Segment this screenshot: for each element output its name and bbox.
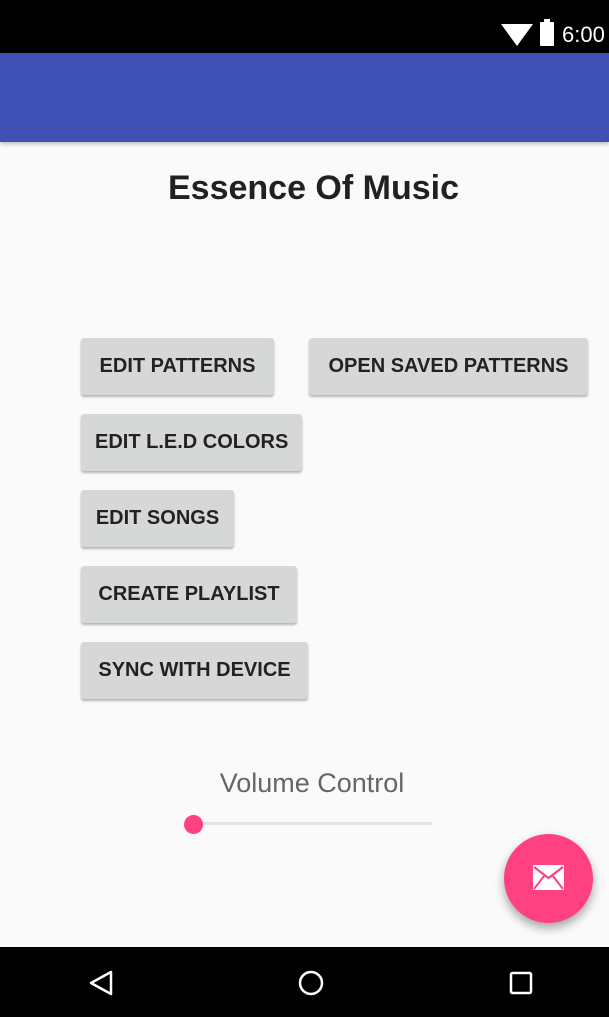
edit-led-colors-button[interactable]: EDIT L.E.D COLORS bbox=[81, 414, 302, 471]
battery-icon bbox=[540, 19, 554, 46]
mail-icon bbox=[533, 865, 564, 890]
status-time: 6:00 bbox=[562, 22, 605, 47]
recents-icon bbox=[509, 971, 533, 995]
sync-with-device-button[interactable]: SYNC WITH DEVICE bbox=[81, 642, 308, 699]
nav-recents-button[interactable] bbox=[482, 947, 562, 1017]
home-icon bbox=[298, 970, 324, 996]
volume-slider-track[interactable] bbox=[193, 822, 432, 825]
page-title: Essence Of Music bbox=[167, 169, 459, 207]
navigation-bar bbox=[0, 947, 609, 1017]
status-bar: 6:00 bbox=[0, 0, 609, 53]
volume-slider-thumb[interactable] bbox=[183, 815, 203, 834]
mail-fab-button[interactable] bbox=[504, 834, 593, 923]
open-saved-patterns-button[interactable]: OPEN SAVED PATTERNS bbox=[309, 338, 588, 395]
volume-control-label: Volume Control bbox=[219, 768, 405, 798]
edit-patterns-button[interactable]: EDIT PATTERNS bbox=[81, 338, 274, 395]
app-bar bbox=[0, 53, 609, 142]
edit-songs-button[interactable]: EDIT SONGS bbox=[81, 490, 234, 547]
nav-home-button[interactable] bbox=[272, 947, 352, 1017]
nav-back-button[interactable] bbox=[62, 947, 142, 1017]
wifi-icon bbox=[501, 24, 533, 46]
create-playlist-button[interactable]: CREATE PLAYLIST bbox=[81, 566, 297, 623]
back-icon bbox=[89, 970, 113, 996]
